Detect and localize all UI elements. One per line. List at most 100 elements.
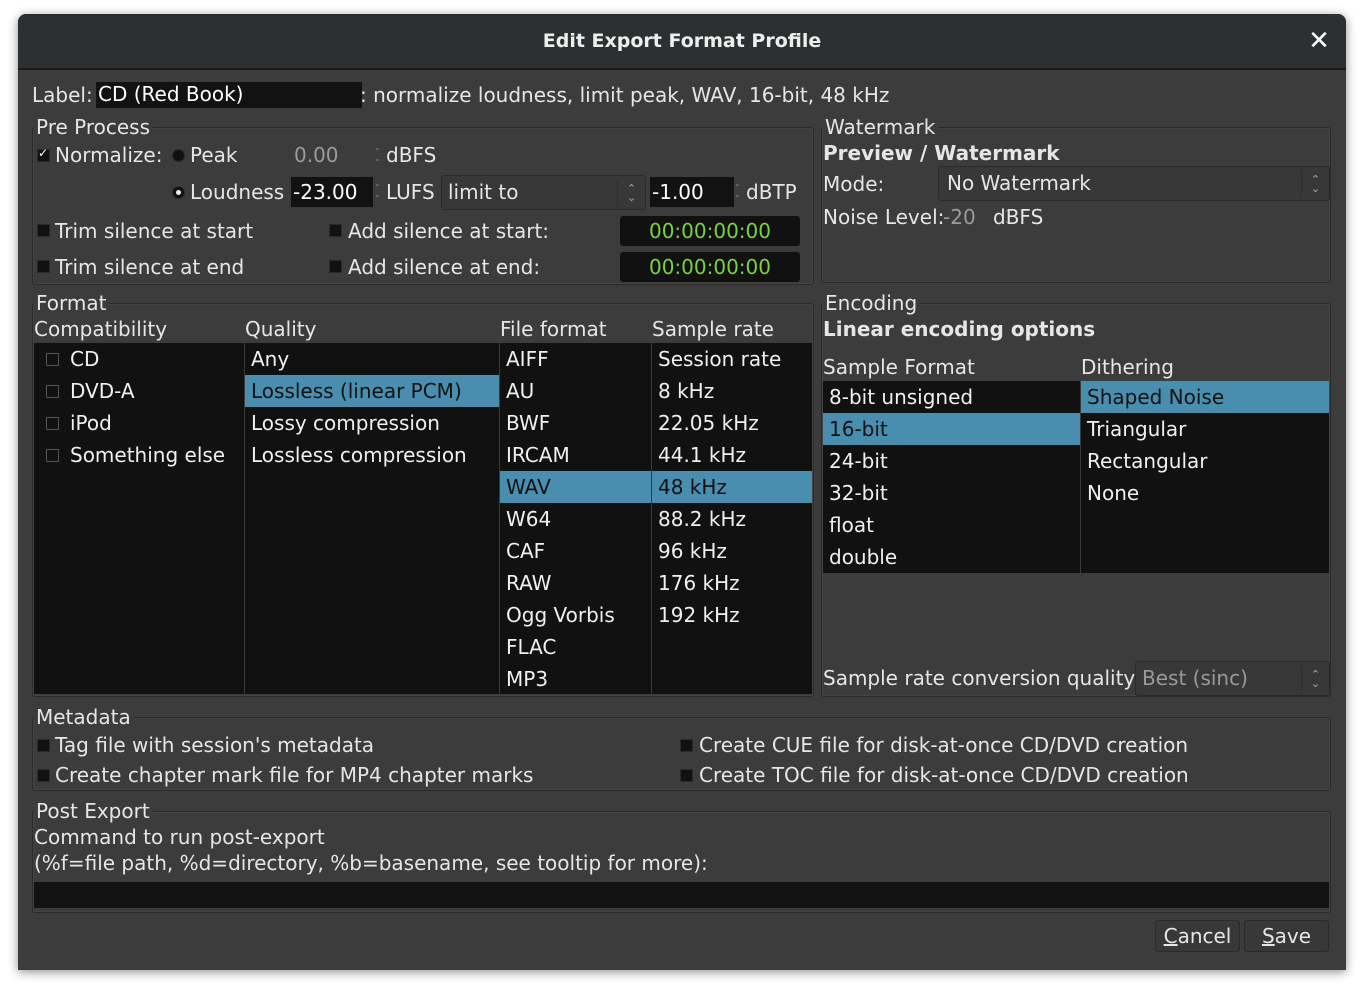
- post-export-command-input[interactable]: [34, 882, 1329, 908]
- sample-format-item[interactable]: 8-bit unsigned: [823, 381, 1080, 413]
- compatibility-item[interactable]: iPod: [34, 407, 244, 439]
- title-bar: Edit Export Format Profile ✕: [18, 14, 1346, 70]
- sample-format-item[interactable]: 16-bit: [823, 413, 1080, 445]
- sample-rate-item-label: 88.2 kHz: [658, 507, 747, 531]
- sample-format-header: Sample Format: [823, 355, 975, 379]
- src-quality-combo[interactable]: Best (sinc) ⌃ ⌄: [1135, 661, 1330, 696]
- sample-rate-item[interactable]: 22.05 kHz: [652, 407, 812, 439]
- sample-format-item[interactable]: 32-bit: [823, 477, 1080, 509]
- sample-rate-item-label: 176 kHz: [658, 571, 740, 595]
- add-silence-start-clock[interactable]: 00:00:00:00: [620, 216, 800, 246]
- quality-item[interactable]: Lossless compression: [245, 439, 499, 471]
- metadata-title: Metadata: [34, 705, 134, 729]
- dithering-item[interactable]: Shaped Noise: [1081, 381, 1329, 413]
- sample-format-item[interactable]: float: [823, 509, 1080, 541]
- compatibility-item[interactable]: CD: [34, 343, 244, 375]
- loudness-label: Loudness: [190, 180, 285, 204]
- quality-list: Any Lossless (linear PCM) Lossy compressio…: [245, 343, 499, 694]
- format-title: Format: [34, 291, 110, 315]
- trim-end-checkbox[interactable]: [37, 260, 50, 273]
- sample-format-list: 8-bit unsigned 16-bit 24-bit 32-bit float dou…: [823, 381, 1080, 573]
- quality-item[interactable]: Any: [245, 343, 499, 375]
- file-format-item-label: Ogg Vorbis: [506, 603, 615, 627]
- sample-rate-item[interactable]: 8 kHz: [652, 375, 812, 407]
- dialog-title: Edit Export Format Profile: [542, 30, 822, 52]
- sample-rate-list: Session rate 8 kHz 22.05 kHz 44.1 kHz 48 kHz…: [652, 343, 812, 694]
- sample-format-item-label: double: [829, 545, 898, 569]
- sample-rate-item[interactable]: 192 kHz: [652, 599, 812, 631]
- sample-rate-item[interactable]: 176 kHz: [652, 567, 812, 599]
- loudness-value-input[interactable]: -23.00: [291, 177, 373, 207]
- limit-mode-combo[interactable]: limit to ⌃ ⌄: [441, 175, 646, 210]
- peak-radio[interactable]: [172, 149, 185, 162]
- limit-spin-arrows-icon[interactable]: ⌃ ⌄: [734, 184, 741, 199]
- peak-value-input[interactable]: 0.00: [294, 143, 339, 167]
- add-silence-start-checkbox[interactable]: [329, 224, 342, 237]
- dithering-list: Shaped Noise Triangular Rectangular None: [1081, 381, 1329, 573]
- watermark-heading: Preview / Watermark: [823, 141, 1060, 165]
- quality-item[interactable]: Lossy compression: [245, 407, 499, 439]
- sample-rate-item-label: 8 kHz: [658, 379, 715, 403]
- file-format-item[interactable]: FLAC: [500, 631, 651, 663]
- normalize-checkbox[interactable]: [37, 146, 50, 162]
- file-format-item[interactable]: MP3: [500, 663, 651, 695]
- file-format-item[interactable]: AU: [500, 375, 651, 407]
- file-format-item[interactable]: BWF: [500, 407, 651, 439]
- cue-file-checkbox[interactable]: [680, 739, 693, 752]
- sample-rate-item-label: 96 kHz: [658, 539, 727, 563]
- chapter-marks-checkbox[interactable]: [37, 769, 50, 782]
- file-format-item[interactable]: RAW: [500, 567, 651, 599]
- add-silence-end-checkbox[interactable]: [329, 260, 342, 273]
- sample-format-item[interactable]: double: [823, 541, 1080, 573]
- sample-rate-item[interactable]: Session rate: [652, 343, 812, 375]
- watermark-mode-combo[interactable]: No Watermark ⌃ ⌄: [938, 166, 1330, 201]
- tag-metadata-checkbox[interactable]: [37, 739, 50, 752]
- mode-label: Mode:: [823, 172, 885, 196]
- file-format-item[interactable]: CAF: [500, 535, 651, 567]
- compatibility-item[interactable]: DVD-A: [34, 375, 244, 407]
- peak-spin-arrows-icon[interactable]: ⌃ ⌄: [374, 148, 381, 163]
- save-label: ave: [1274, 924, 1312, 948]
- sample-format-item-label: 24-bit: [829, 449, 888, 473]
- quality-item[interactable]: Lossless (linear PCM): [245, 375, 499, 407]
- loudness-unit: LUFS: [386, 180, 435, 204]
- compat-checkbox[interactable]: [46, 449, 59, 462]
- dithering-item[interactable]: None: [1081, 477, 1329, 509]
- dithering-item-label: Triangular: [1087, 417, 1187, 441]
- sample-rate-item[interactable]: 44.1 kHz: [652, 439, 812, 471]
- cancel-button[interactable]: Cancel: [1155, 920, 1240, 952]
- close-button[interactable]: ✕: [1306, 28, 1332, 54]
- sample-rate-item-label: 192 kHz: [658, 603, 740, 627]
- compatibility-item[interactable]: Something else: [34, 439, 244, 471]
- quality-header: Quality: [245, 317, 317, 341]
- pre-process-title: Pre Process: [34, 115, 154, 139]
- sample-rate-item[interactable]: 48 kHz: [652, 471, 812, 503]
- export-format-dialog: Edit Export Format Profile ✕ Label: CD (…: [18, 14, 1346, 970]
- dithering-item-label: None: [1087, 481, 1140, 505]
- post-export-desc-1: Command to run post-export: [34, 825, 325, 849]
- dithering-item[interactable]: Rectangular: [1081, 445, 1329, 477]
- loudness-radio[interactable]: [172, 186, 185, 199]
- sample-rate-item-label: Session rate: [658, 347, 782, 371]
- noise-level-input[interactable]: -20: [943, 205, 976, 229]
- file-format-item[interactable]: Ogg Vorbis: [500, 599, 651, 631]
- label-input[interactable]: CD (Red Book): [96, 82, 362, 108]
- trim-start-checkbox[interactable]: [37, 224, 50, 237]
- loudness-spin-arrows-icon[interactable]: ⌃ ⌄: [374, 184, 381, 199]
- sample-format-item[interactable]: 24-bit: [823, 445, 1080, 477]
- dithering-item[interactable]: Triangular: [1081, 413, 1329, 445]
- file-format-item[interactable]: WAV: [500, 471, 651, 503]
- sample-rate-item[interactable]: 96 kHz: [652, 535, 812, 567]
- file-format-item[interactable]: IRCAM: [500, 439, 651, 471]
- toc-file-checkbox[interactable]: [680, 769, 693, 782]
- file-format-item[interactable]: W64: [500, 503, 651, 535]
- save-button[interactable]: Save: [1244, 920, 1329, 952]
- limit-value-input[interactable]: -1.00: [650, 177, 734, 207]
- add-silence-end-clock[interactable]: 00:00:00:00: [620, 252, 800, 282]
- sample-rate-item[interactable]: 88.2 kHz: [652, 503, 812, 535]
- file-format-item[interactable]: AIFF: [500, 343, 651, 375]
- compat-checkbox[interactable]: [46, 385, 59, 398]
- compat-checkbox[interactable]: [46, 353, 59, 366]
- compat-checkbox[interactable]: [46, 417, 59, 430]
- post-export-desc-2: (%f=file path, %d=directory, %b=basename…: [34, 851, 708, 875]
